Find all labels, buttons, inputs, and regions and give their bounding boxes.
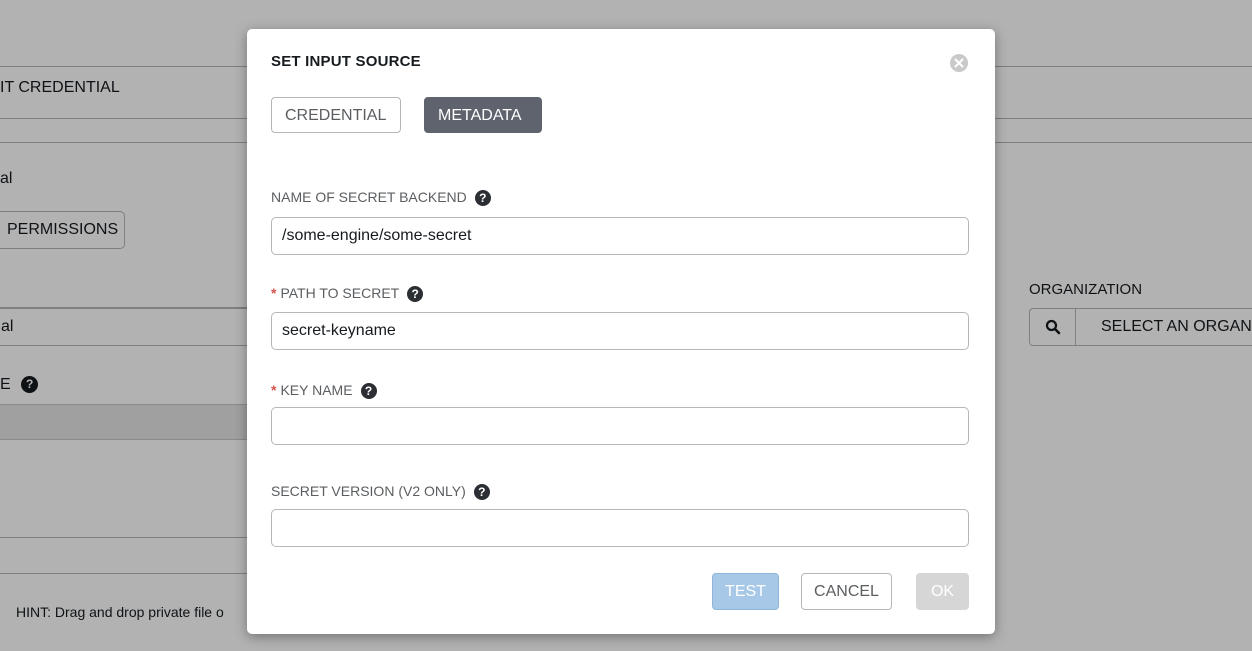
secret-backend-label: NAME OF SECRET BACKEND? bbox=[271, 189, 491, 206]
question-circle-icon[interactable]: ? bbox=[407, 286, 424, 302]
question-circle-icon[interactable]: ? bbox=[360, 383, 377, 399]
secret-backend-input[interactable] bbox=[271, 217, 969, 255]
secret-version-label: SECRET VERSION (V2 ONLY)? bbox=[271, 483, 490, 500]
secret-path-label-text: PATH TO SECRET bbox=[280, 285, 400, 301]
key-name-label: * KEY NAME? bbox=[271, 382, 377, 399]
tab-metadata[interactable]: METADATA bbox=[424, 97, 542, 133]
question-circle-icon[interactable]: ? bbox=[474, 190, 491, 206]
close-button[interactable] bbox=[950, 54, 968, 72]
tab-credential[interactable]: CREDENTIAL bbox=[271, 97, 401, 133]
secret-backend-label-text: NAME OF SECRET BACKEND bbox=[271, 189, 467, 205]
secret-path-input[interactable] bbox=[271, 312, 969, 350]
test-button[interactable]: TEST bbox=[712, 573, 779, 610]
key-name-input[interactable] bbox=[271, 407, 969, 445]
modal-title: SET INPUT SOURCE bbox=[271, 53, 421, 70]
secret-version-input[interactable] bbox=[271, 509, 969, 547]
secret-version-label-text: SECRET VERSION (V2 ONLY) bbox=[271, 483, 466, 499]
close-circle-icon bbox=[954, 58, 964, 68]
required-marker: * bbox=[271, 285, 277, 301]
cancel-button[interactable]: CANCEL bbox=[801, 573, 892, 610]
question-circle-icon[interactable]: ? bbox=[473, 484, 490, 500]
secret-path-label: * PATH TO SECRET? bbox=[271, 285, 424, 302]
key-name-label-text: KEY NAME bbox=[280, 382, 353, 398]
ok-button[interactable]: OK bbox=[916, 573, 969, 610]
set-input-source-modal: SET INPUT SOURCE CREDENTIAL METADATA NAM… bbox=[247, 29, 995, 634]
required-marker: * bbox=[271, 382, 277, 398]
